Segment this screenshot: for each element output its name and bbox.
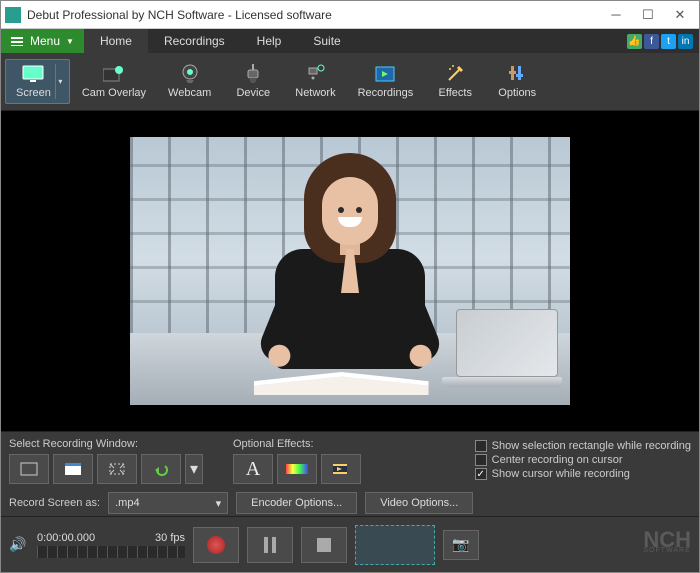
device-icon (242, 64, 264, 84)
timecode: 0:00:00.000 (37, 532, 95, 544)
options-icon (506, 64, 528, 84)
tab-recordings[interactable]: Recordings (148, 29, 241, 53)
toolbar-label: Screen (16, 87, 51, 99)
window-button[interactable] (53, 454, 93, 484)
recordings-icon (374, 64, 396, 84)
region-button[interactable] (97, 454, 137, 484)
hamburger-icon (11, 37, 23, 46)
tab-suite[interactable]: Suite (297, 29, 356, 53)
twitter-icon[interactable]: t (661, 34, 676, 49)
nch-logo: NCHSOFTWARE (643, 531, 691, 554)
chevron-down-icon: ▾ (216, 497, 222, 510)
toolbar-label: Network (295, 87, 335, 99)
bottom-panel: Select Recording Window: ▾ Optional Effe… (1, 431, 699, 516)
undo-button[interactable] (141, 454, 181, 484)
tabs: Home Recordings Help Suite (84, 29, 357, 53)
timeline-track[interactable] (37, 546, 185, 558)
stop-button[interactable] (301, 527, 347, 563)
cam-overlay-icon (103, 64, 125, 84)
toolbar-effects[interactable]: Effects (425, 60, 485, 103)
toolbar-cam-overlay[interactable]: Cam Overlay (72, 60, 156, 103)
toolbar-options[interactable]: Options (487, 60, 547, 103)
check-center-cursor[interactable]: Center recording on cursor (475, 454, 691, 466)
facebook-icon[interactable]: f (644, 34, 659, 49)
check-show-selection[interactable]: Show selection rectangle while recording (475, 440, 691, 452)
check-show-cursor[interactable]: ✓Show cursor while recording (475, 468, 691, 480)
recording-window-label: Select Recording Window: (9, 438, 203, 450)
menu-dropdown[interactable]: Menu ▼ (1, 29, 84, 53)
more-button[interactable]: ▾ (185, 454, 203, 484)
pause-button[interactable] (247, 527, 293, 563)
video-options-button[interactable]: Video Options... (365, 492, 473, 514)
toolbar-label: Cam Overlay (82, 87, 146, 99)
preview-area (1, 111, 699, 431)
toolbar-label: Webcam (168, 87, 211, 99)
social-links: 👍 f t in (627, 29, 699, 53)
maximize-button[interactable]: ☐ (641, 8, 655, 22)
menu-label: Menu (30, 34, 60, 48)
timeline: 0:00:00.000 30 fps (37, 532, 185, 558)
network-icon (304, 64, 326, 84)
effects-icon (444, 64, 466, 84)
toolbar: Screen ▾ Cam Overlay Webcam Device Netwo… (1, 53, 699, 111)
snapshot-button[interactable]: 📷 (443, 530, 479, 560)
thumbnail-preview[interactable] (355, 525, 435, 565)
record-button[interactable] (193, 527, 239, 563)
chevron-down-icon: ▼ (66, 37, 74, 46)
minimize-button[interactable]: ─ (609, 8, 623, 22)
video-preview (130, 137, 570, 405)
filter-effect-button[interactable] (321, 454, 361, 484)
encoder-options-button[interactable]: Encoder Options... (236, 492, 357, 514)
app-icon (5, 7, 21, 23)
webcam-icon (179, 64, 201, 84)
toolbar-label: Effects (439, 87, 472, 99)
close-button[interactable]: ✕ (673, 8, 687, 22)
window-title: Debut Professional by NCH Software - Lic… (27, 8, 609, 22)
like-icon[interactable]: 👍 (627, 34, 642, 49)
tab-help[interactable]: Help (241, 29, 298, 53)
tab-home[interactable]: Home (84, 29, 148, 53)
color-effect-button[interactable] (277, 454, 317, 484)
text-effect-button[interactable]: A (233, 454, 273, 484)
fps-label: 30 fps (155, 532, 185, 544)
chevron-down-icon[interactable]: ▾ (55, 64, 65, 99)
record-as-label: Record Screen as: (9, 497, 100, 509)
window-controls: ─ ☐ ✕ (609, 8, 687, 22)
toolbar-label: Device (236, 87, 270, 99)
menubar: Menu ▼ Home Recordings Help Suite 👍 f t … (1, 29, 699, 53)
toolbar-label: Options (498, 87, 536, 99)
checkbox-group: Show selection rectangle while recording… (475, 438, 691, 484)
effects-label: Optional Effects: (233, 438, 361, 450)
toolbar-screen[interactable]: Screen ▾ (5, 59, 70, 104)
toolbar-recordings[interactable]: Recordings (348, 60, 424, 103)
toolbar-network[interactable]: Network (285, 60, 345, 103)
effects-group: Optional Effects: A (233, 438, 361, 484)
titlebar: Debut Professional by NCH Software - Lic… (1, 1, 699, 29)
linkedin-icon[interactable]: in (678, 34, 693, 49)
toolbar-label: Recordings (358, 87, 414, 99)
format-select[interactable]: .mp4▾ (108, 492, 228, 514)
footer-controls: 🔊 0:00:00.000 30 fps 📷 NCHSOFTWARE (1, 516, 699, 572)
fullscreen-button[interactable] (9, 454, 49, 484)
volume-icon[interactable]: 🔊 (9, 536, 29, 553)
toolbar-webcam[interactable]: Webcam (158, 60, 221, 103)
monitor-icon (22, 64, 44, 84)
recording-window-group: Select Recording Window: ▾ (9, 438, 203, 484)
toolbar-device[interactable]: Device (223, 60, 283, 103)
